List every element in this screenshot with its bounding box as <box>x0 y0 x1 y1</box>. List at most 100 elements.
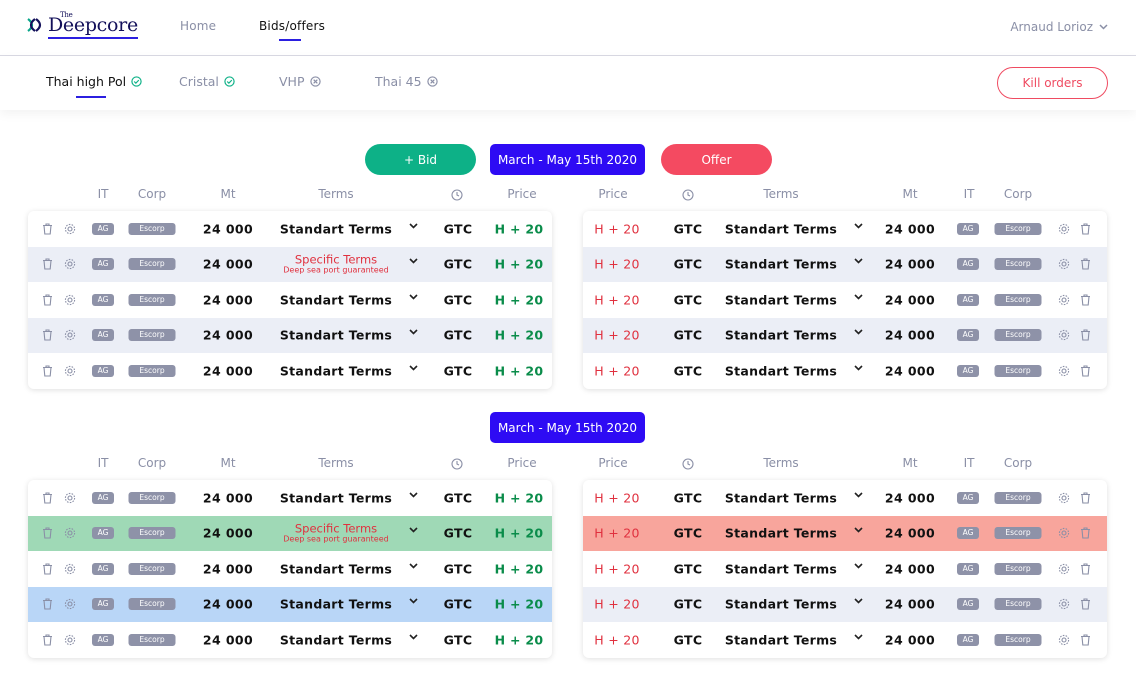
offer-row[interactable]: H + 20 GTC Standart Terms 24 000 AG Escorp <box>583 515 1107 551</box>
gear-icon[interactable] <box>1058 223 1070 235</box>
period-label[interactable]: March - May 15th 2020 <box>490 412 645 443</box>
chevron-down-icon[interactable] <box>409 294 421 306</box>
terms-select[interactable]: Standart Terms <box>280 490 392 505</box>
add-bid-button[interactable]: + Bid <box>365 144 476 175</box>
bid-row[interactable]: AG Escorp 24 000 Standart Terms GTC H + 20 <box>28 551 552 587</box>
bid-row[interactable]: AG Escorp 24 000 Standart Terms GTC H + 20 <box>28 586 552 622</box>
offer-row[interactable]: H + 20 GTC Standart Terms 24 000 AG Escorp <box>583 622 1107 658</box>
terms-select[interactable]: Standart Terms <box>725 490 837 505</box>
gear-icon[interactable] <box>64 258 76 270</box>
gear-icon[interactable] <box>64 634 76 646</box>
gear-icon[interactable] <box>64 563 76 575</box>
terms-select[interactable]: Standart Terms <box>280 221 392 236</box>
chevron-down-icon[interactable] <box>854 223 866 235</box>
terms-select[interactable]: Standart Terms <box>725 632 837 647</box>
terms-select[interactable]: Standart Terms <box>725 221 837 236</box>
chevron-down-icon[interactable] <box>409 598 421 610</box>
bid-row[interactable]: AG Escorp 24 000 Specific Terms Deep sea por… <box>28 515 552 551</box>
gear-icon[interactable] <box>1058 294 1070 306</box>
chevron-down-icon[interactable] <box>409 258 421 270</box>
terms-select[interactable]: Specific Terms Deep sea port guaranteed <box>283 254 388 275</box>
chevron-down-icon[interactable] <box>854 598 866 610</box>
gear-icon[interactable] <box>64 527 76 539</box>
gear-icon[interactable] <box>64 223 76 235</box>
gear-icon[interactable] <box>64 294 76 306</box>
trash-icon[interactable] <box>1080 634 1092 646</box>
trash-icon[interactable] <box>42 492 54 504</box>
gear-icon[interactable] <box>64 365 76 377</box>
period-label[interactable]: March - May 15th 2020 <box>490 144 645 175</box>
offer-row[interactable]: H + 20 GTC Standart Terms 24 000 AG Escorp <box>583 282 1107 318</box>
trash-icon[interactable] <box>1080 258 1092 270</box>
gear-icon[interactable] <box>1058 365 1070 377</box>
terms-select[interactable]: Standart Terms <box>280 328 392 343</box>
chevron-down-icon[interactable] <box>854 527 866 539</box>
chevron-down-icon[interactable] <box>854 329 866 341</box>
terms-select[interactable]: Standart Terms <box>725 526 837 541</box>
chevron-down-icon[interactable] <box>854 258 866 270</box>
chevron-down-icon[interactable] <box>409 563 421 575</box>
chevron-down-icon[interactable] <box>854 634 866 646</box>
chevron-down-icon[interactable] <box>854 365 866 377</box>
gear-icon[interactable] <box>1058 329 1070 341</box>
tab-thai-high-pol[interactable]: Thai high Pol <box>46 74 142 98</box>
deepcore-logo[interactable]: The Deepcore <box>27 11 138 39</box>
trash-icon[interactable] <box>42 258 54 270</box>
terms-select[interactable]: Standart Terms <box>280 632 392 647</box>
terms-select[interactable]: Standart Terms <box>725 292 837 307</box>
terms-select[interactable]: Standart Terms <box>280 561 392 576</box>
trash-icon[interactable] <box>1080 223 1092 235</box>
chevron-down-icon[interactable] <box>409 527 421 539</box>
bid-row[interactable]: AG Escorp 24 000 Standart Terms GTC H + 20 <box>28 622 552 658</box>
tab-thai-45[interactable]: Thai 45 <box>375 74 438 89</box>
chevron-down-icon[interactable] <box>854 563 866 575</box>
trash-icon[interactable] <box>1080 527 1092 539</box>
chevron-down-icon[interactable] <box>854 492 866 504</box>
gear-icon[interactable] <box>1058 634 1070 646</box>
gear-icon[interactable] <box>64 492 76 504</box>
tab-cristal[interactable]: Cristal <box>179 74 235 89</box>
offer-row[interactable]: H + 20 GTC Standart Terms 24 000 AG Escorp <box>583 551 1107 587</box>
chevron-down-icon[interactable] <box>409 492 421 504</box>
offer-button[interactable]: Offer <box>661 144 772 175</box>
terms-select[interactable]: Standart Terms <box>725 561 837 576</box>
bid-row[interactable]: AG Escorp 24 000 Standart Terms GTC H + 20 <box>28 282 552 318</box>
trash-icon[interactable] <box>1080 492 1092 504</box>
trash-icon[interactable] <box>1080 294 1092 306</box>
nav-bids-offers[interactable]: Bids/offers <box>259 19 325 41</box>
chevron-down-icon[interactable] <box>409 223 421 235</box>
bid-row[interactable]: AG Escorp 24 000 Standart Terms GTC H + 20 <box>28 317 552 353</box>
trash-icon[interactable] <box>42 365 54 377</box>
trash-icon[interactable] <box>1080 563 1092 575</box>
nav-home[interactable]: Home <box>180 19 216 33</box>
gear-icon[interactable] <box>1058 598 1070 610</box>
bid-row[interactable]: AG Escorp 24 000 Standart Terms GTC H + 20 <box>28 211 552 247</box>
tab-vhp[interactable]: VHP <box>279 74 321 89</box>
trash-icon[interactable] <box>42 329 54 341</box>
trash-icon[interactable] <box>42 527 54 539</box>
gear-icon[interactable] <box>64 329 76 341</box>
bid-row[interactable]: AG Escorp 24 000 Standart Terms GTC H + 20 <box>28 480 552 516</box>
trash-icon[interactable] <box>42 598 54 610</box>
trash-icon[interactable] <box>42 294 54 306</box>
bid-row[interactable]: AG Escorp 24 000 Standart Terms GTC H + 20 <box>28 353 552 389</box>
trash-icon[interactable] <box>42 563 54 575</box>
terms-select[interactable]: Standart Terms <box>725 257 837 272</box>
trash-icon[interactable] <box>1080 598 1092 610</box>
offer-row[interactable]: H + 20 GTC Standart Terms 24 000 AG Escorp <box>583 246 1107 282</box>
chevron-down-icon[interactable] <box>409 365 421 377</box>
gear-icon[interactable] <box>1058 527 1070 539</box>
terms-select[interactable]: Standart Terms <box>725 328 837 343</box>
gear-icon[interactable] <box>64 598 76 610</box>
chevron-down-icon[interactable] <box>854 294 866 306</box>
offer-row[interactable]: H + 20 GTC Standart Terms 24 000 AG Escorp <box>583 353 1107 389</box>
gear-icon[interactable] <box>1058 492 1070 504</box>
gear-icon[interactable] <box>1058 563 1070 575</box>
trash-icon[interactable] <box>42 223 54 235</box>
terms-select[interactable]: Standart Terms <box>725 597 837 612</box>
offer-row[interactable]: H + 20 GTC Standart Terms 24 000 AG Escorp <box>583 586 1107 622</box>
offer-row[interactable]: H + 20 GTC Standart Terms 24 000 AG Escorp <box>583 211 1107 247</box>
offer-row[interactable]: H + 20 GTC Standart Terms 24 000 AG Escorp <box>583 317 1107 353</box>
trash-icon[interactable] <box>1080 329 1092 341</box>
user-menu[interactable]: Arnaud Lorioz <box>1010 20 1108 34</box>
